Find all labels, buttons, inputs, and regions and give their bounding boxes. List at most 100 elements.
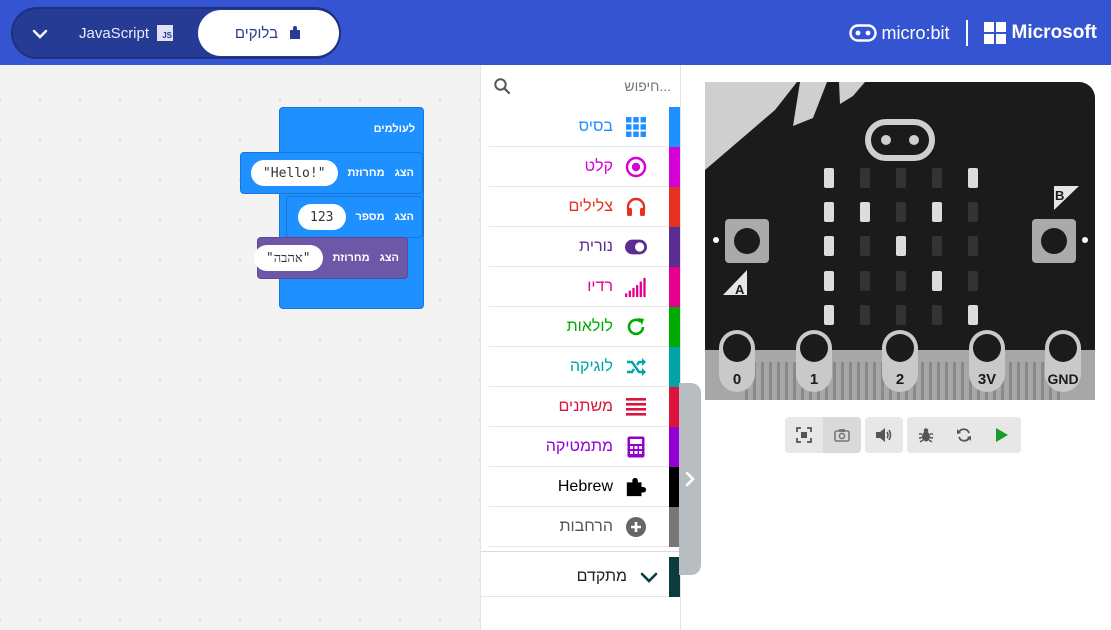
led-off: [932, 305, 942, 325]
edge-tooth: [953, 362, 956, 400]
led-off: [860, 305, 870, 325]
microbit-face-icon: [849, 24, 878, 42]
category-label: משתנים: [558, 397, 613, 415]
led-on: [860, 202, 870, 222]
category-label: הרחבות: [559, 517, 613, 535]
edge-tooth: [1033, 362, 1036, 400]
category-label: רדיו: [587, 277, 613, 295]
search-input[interactable]: [531, 78, 671, 94]
screenshot-button[interactable]: [823, 417, 861, 453]
screenshot-icon: [834, 429, 850, 442]
category-music[interactable]: צלילים: [489, 187, 681, 227]
list-icon: [625, 396, 647, 418]
category-label: קלט: [584, 157, 613, 175]
debug-button[interactable]: [907, 417, 945, 453]
edge-tooth: [873, 362, 876, 400]
led-on: [824, 236, 834, 256]
pin-label: 3V: [978, 371, 996, 388]
pin-1[interactable]: 1: [796, 330, 832, 392]
number-value-input[interactable]: 123: [298, 204, 346, 230]
led-on: [824, 168, 834, 188]
play-icon: [996, 428, 1008, 442]
signal-icon: [625, 276, 647, 298]
play-button[interactable]: [983, 417, 1021, 453]
category-advanced[interactable]: מתקדם: [481, 557, 681, 597]
pin-0[interactable]: 0: [719, 330, 755, 392]
javascript-label: JavaScript: [79, 24, 150, 42]
restart-button[interactable]: [945, 417, 983, 453]
category-extensions[interactable]: הרחבות: [489, 507, 681, 547]
refresh-icon: [625, 316, 647, 338]
sim-run-group: [907, 417, 1021, 453]
pin-label: 0: [733, 371, 741, 388]
led-on: [932, 271, 942, 291]
button-b-label: B: [1055, 188, 1064, 203]
puzzle-icon: [290, 26, 301, 39]
category-hebrew[interactable]: Hebrew: [489, 467, 681, 507]
mute-button[interactable]: [865, 417, 903, 453]
pin-label: 1: [810, 371, 818, 388]
advanced-label: מתקדם: [576, 567, 627, 585]
mute-icon: [876, 428, 892, 442]
javascript-tab[interactable]: JavaScript JS: [79, 9, 174, 57]
category-math[interactable]: מתמטיקה: [489, 427, 681, 467]
led-off: [968, 202, 978, 222]
chevron-down-icon: [640, 572, 658, 583]
block-keyword: הצג: [394, 167, 414, 179]
edge-tooth: [793, 362, 796, 400]
category-label: לוגיקה: [569, 357, 613, 375]
category-logic[interactable]: לוגיקה: [489, 347, 681, 387]
edge-tooth: [1041, 362, 1044, 400]
led-off: [896, 271, 906, 291]
fullscreen-icon: [796, 427, 812, 443]
category-basic[interactable]: בסיס: [489, 107, 681, 147]
simulator-toolbar: [785, 417, 1021, 453]
debug-icon: [918, 428, 934, 443]
edge-tooth: [1025, 362, 1028, 400]
pin-2[interactable]: 2: [882, 330, 918, 392]
editor-toggle: JavaScript JS בלוקים: [11, 7, 341, 59]
pin-label: 2: [896, 371, 904, 388]
led-on: [824, 202, 834, 222]
category-radio[interactable]: רדיו: [489, 267, 681, 307]
edge-tooth: [945, 362, 948, 400]
led-off: [968, 236, 978, 256]
edge-tooth: [849, 362, 852, 400]
toolbox-search: [481, 65, 681, 107]
shuffle-icon: [625, 356, 647, 378]
led-on: [932, 202, 942, 222]
blocks-workspace[interactable]: לעולמים הצג מחרוזת "Hello!" הצג מספר 123…: [0, 65, 480, 630]
show-string-block[interactable]: הצג מחרוזת "Hello!": [240, 152, 423, 194]
led-on: [896, 236, 906, 256]
category-led[interactable]: נורית: [489, 227, 681, 267]
led-off: [896, 168, 906, 188]
blocks-label: בלוקים: [234, 24, 279, 42]
category-label: לולאות: [566, 317, 613, 335]
collapse-simulator-button[interactable]: [679, 383, 701, 575]
pin-gnd[interactable]: GND: [1045, 330, 1081, 392]
microsoft-squares-icon: [983, 22, 1006, 44]
headphones-icon: [625, 196, 647, 218]
led-off: [860, 168, 870, 188]
show-number-block[interactable]: הצג מספר 123: [286, 196, 423, 238]
block-kind: מחרוזת: [347, 167, 385, 179]
js-icon: JS: [157, 25, 174, 41]
led-off: [860, 236, 870, 256]
fullscreen-button[interactable]: [785, 417, 823, 453]
category-loops[interactable]: לולאות: [489, 307, 681, 347]
edge-tooth: [921, 362, 924, 400]
string-value-input[interactable]: "אהבה": [253, 245, 323, 271]
category-label: בסיס: [578, 117, 613, 135]
edge-tooth: [937, 362, 940, 400]
puzzle-icon: [625, 476, 647, 498]
search-icon[interactable]: [493, 77, 511, 95]
microsoft-logo: Microsoft: [983, 22, 1097, 44]
string-value-input[interactable]: "Hello!": [250, 160, 338, 186]
category-variables[interactable]: משתנים: [489, 387, 681, 427]
category-label: Hebrew: [557, 477, 613, 495]
pin-3v[interactable]: 3V: [969, 330, 1005, 392]
blocks-tab[interactable]: בלוקים: [198, 10, 339, 56]
show-string-block[interactable]: הצג מחרוזת "אהבה": [253, 237, 408, 279]
category-input[interactable]: קלט: [489, 147, 681, 187]
chevron-down-icon[interactable]: [31, 25, 49, 43]
